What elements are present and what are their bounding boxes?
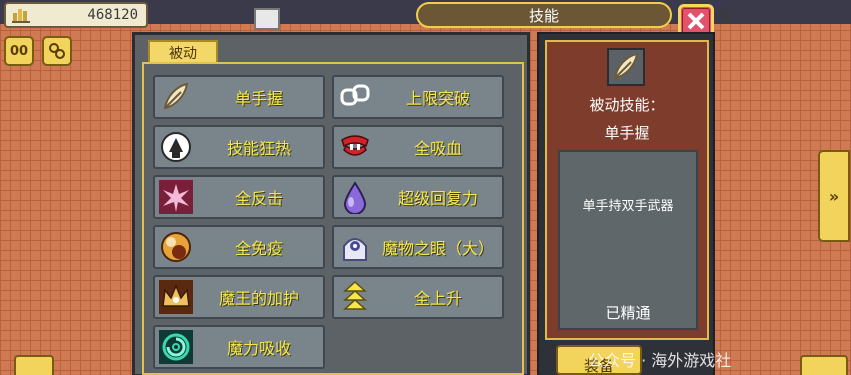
gold-value: 468120 <box>87 7 138 23</box>
top-decoration <box>254 8 280 30</box>
skill-counter[interactable]: 全反击 <box>153 175 325 219</box>
page-title: 技能 <box>528 6 559 25</box>
skill-label: 超级回复力 <box>397 189 478 208</box>
skill-label: 魔王的加护 <box>218 289 299 308</box>
settings-button[interactable] <box>42 36 72 66</box>
skill-frenzy[interactable]: 技能狂热 <box>153 125 325 169</box>
orb-icon <box>161 232 191 262</box>
tab-passive[interactable]: 被动 <box>148 40 218 64</box>
skill-one-hand-grip[interactable]: 单手握 <box>153 75 325 119</box>
skill-label: 魔力吸收 <box>226 339 291 358</box>
gear-cluster-icon <box>49 43 65 59</box>
skill-label: 全反击 <box>234 189 283 208</box>
detail-skill-icon <box>607 48 645 86</box>
skill-all-up[interactable]: 全上升 <box>332 275 504 319</box>
next-page-button[interactable]: » <box>818 150 850 242</box>
double-chevron-right-icon: » <box>828 186 840 206</box>
skill-life-drain[interactable]: 全吸血 <box>332 125 504 169</box>
skill-monster-eye[interactable]: 魔物之眼（大） <box>332 225 504 269</box>
skill-title-bar: 技能 <box>416 2 672 28</box>
watermark: 公众号 · 海外游戏社 <box>588 351 732 370</box>
skill-label: 全上升 <box>413 289 462 308</box>
skill-label: 技能狂热 <box>226 139 291 158</box>
mastery-status: 已精通 <box>605 304 651 322</box>
bottom-right-button[interactable] <box>800 355 848 375</box>
potion-drop-icon <box>343 181 367 214</box>
bottom-left-button[interactable] <box>14 355 54 375</box>
skill-mana-absorb[interactable]: 魔力吸收 <box>153 325 325 369</box>
detail-skill-type: 被动技能： <box>589 96 665 114</box>
vortex-icon <box>159 330 193 364</box>
skill-immunity[interactable]: 全免疫 <box>153 225 325 269</box>
pause-button[interactable]: 00 <box>4 36 34 66</box>
detail-skill-name: 单手握 <box>604 124 650 142</box>
skill-label: 全吸血 <box>413 139 462 158</box>
skill-super-recovery[interactable]: 超级回复力 <box>332 175 504 219</box>
up-arrows-icon <box>343 280 367 310</box>
chain-link-icon <box>340 84 370 106</box>
skull-orb-icon <box>161 132 191 162</box>
monster-eye-icon <box>343 238 367 261</box>
tab-passive-label: 被动 <box>169 46 197 62</box>
skill-label: 全免疫 <box>234 239 283 258</box>
building-icon <box>12 9 30 23</box>
feather-icon <box>613 52 639 80</box>
gold-counter: 468120 <box>4 2 148 28</box>
top-right-label: 库 <box>718 9 732 25</box>
pause-icon: 00 <box>9 43 29 59</box>
skill-limit-break[interactable]: 上限突破 <box>332 75 504 119</box>
skill-label: 单手握 <box>234 89 283 108</box>
spike-burst-icon <box>159 180 193 214</box>
feather-icon <box>163 82 189 110</box>
skill-label: 魔物之眼（大） <box>381 239 494 258</box>
skill-description: 单手持双手武器 <box>582 199 674 214</box>
crown-icon <box>159 280 193 314</box>
skill-demon-king-blessing[interactable]: 魔王的加护 <box>153 275 325 319</box>
skill-label: 上限突破 <box>405 89 470 108</box>
close-icon <box>687 12 705 30</box>
fang-icon <box>341 135 369 156</box>
